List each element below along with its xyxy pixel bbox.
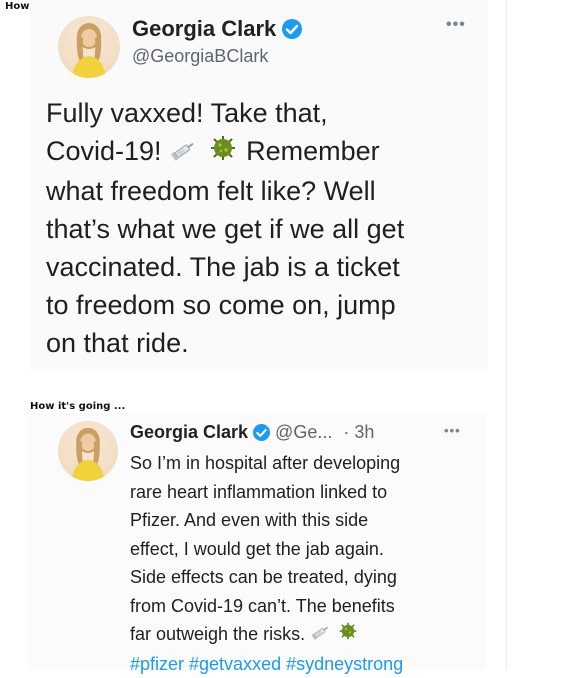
tweet-line: Covid-19! — [46, 136, 162, 166]
syringe-icon — [310, 621, 332, 650]
author-name-row: Georgia Clark @Ge... · 3h — [130, 422, 374, 443]
verified-badge-icon — [282, 19, 302, 39]
tweet-card-bottom: Georgia Clark @Ge... · 3h ••• So I’m in … — [28, 413, 486, 670]
tweet-line: Side effects can be treated, dying — [130, 563, 403, 592]
syringe-icon — [169, 134, 199, 172]
profile-photo-icon — [58, 421, 118, 481]
tweet-line-with-emoji: far outweigh the risks. — [130, 620, 403, 650]
tweet-body: So I’m in hospital after developing rare… — [130, 449, 403, 678]
hashtags-link[interactable]: #pfizer #getvaxxed #sydneystrong — [130, 650, 403, 678]
author-name[interactable]: Georgia Clark — [130, 422, 248, 443]
tweet-line: rare heart inflammation linked to — [130, 478, 403, 507]
author-name[interactable]: Georgia Clark — [132, 16, 276, 42]
author-name-row: Georgia Clark — [132, 16, 302, 42]
tweet-line: So I’m in hospital after developing — [130, 449, 403, 478]
author-handle[interactable]: @Ge... — [275, 422, 332, 443]
verified-badge-icon — [253, 424, 270, 441]
tweet-line: vaccinated. The jab is a ticket — [46, 248, 404, 286]
avatar[interactable] — [58, 16, 120, 78]
ellipsis-icon[interactable]: ••• — [444, 423, 461, 438]
right-margin — [506, 0, 568, 670]
tweet-line: Pfizer. And even with this side — [130, 506, 403, 535]
tweet-line-with-emoji: Covid-19! — [46, 132, 404, 172]
author-handle[interactable]: @GeorgiaBClark — [132, 46, 268, 67]
ellipsis-icon[interactable]: ••• — [446, 16, 466, 34]
tweet-line: on that ride. — [46, 324, 404, 362]
tweet-line: far outweigh the risks. — [130, 624, 305, 644]
tweet-line: that’s what we get if we all get — [46, 210, 404, 248]
tweet-line: Remember — [246, 136, 380, 166]
virus-icon — [337, 621, 359, 650]
tweet-line: Fully vaxxed! Take that, — [46, 94, 404, 132]
tweet-line: from Covid-19 can’t. The benefits — [130, 592, 403, 621]
how-its-going-caption: How it's going ... — [30, 401, 125, 412]
avatar[interactable] — [58, 421, 118, 481]
tweet-line: effect, I would get the jab again. — [130, 535, 403, 564]
profile-photo-icon — [58, 16, 120, 78]
tweet-body: Fully vaxxed! Take that, Covid-19! — [46, 94, 404, 362]
tweet-card-top: Georgia Clark @GeorgiaBClark ••• Fully v… — [30, 0, 488, 370]
tweet-line: what freedom felt like? Well — [46, 172, 404, 210]
virus-icon — [207, 134, 239, 172]
tweet-line: to freedom so come on, jump — [46, 286, 404, 324]
tweet-timestamp[interactable]: · 3h — [343, 422, 374, 443]
